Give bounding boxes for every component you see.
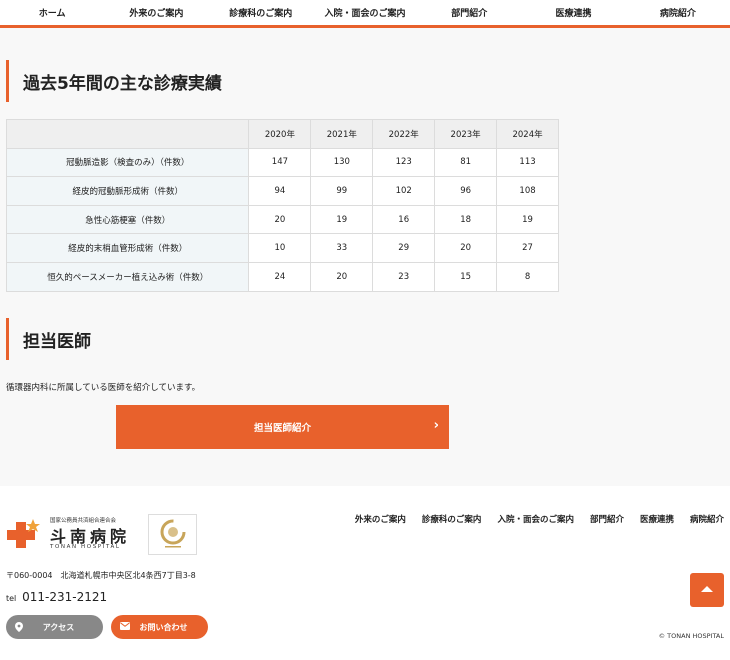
doctors-description: 循環器内科に所属している医師を紹介しています。 <box>6 383 201 393</box>
logo-en-text: TONAN HOSPITAL <box>50 544 121 550</box>
hospital-logo[interactable]: 国家公務員共済組合連合会 斗南病院 TONAN HOSPITAL <box>6 516 142 550</box>
table-row: 経皮的冠動脈形成術（件数） 94 99 102 96 108 <box>5 176 559 206</box>
table-cell: 147 <box>248 147 312 178</box>
table-cell: 27 <box>496 233 559 263</box>
table-cell: 23 <box>372 261 436 292</box>
table-cell: 24 <box>248 261 312 292</box>
copyright: © TONAN HOSPITAL <box>658 632 724 640</box>
doctors-title: 担当医師 <box>6 318 91 360</box>
footer-nav-outpatient[interactable]: 外来のご案内 <box>355 513 406 525</box>
footer-tel: tel 011-231-2121 <box>6 590 107 604</box>
table-header-row: 2020年 2021年 2022年 2023年 2024年 <box>5 119 559 149</box>
doctor-intro-button[interactable]: 担当医師紹介 › <box>116 405 449 449</box>
row-label: 経皮的冠動脈形成術（件数） <box>5 176 250 206</box>
table-cell: 99 <box>310 176 374 206</box>
year-header: 2021年 <box>310 119 374 149</box>
table-cell: 19 <box>496 204 559 235</box>
table-cell: 10 <box>248 233 312 263</box>
row-label: 急性心筋梗塞（件数） <box>5 204 250 235</box>
certification-emblem-icon <box>160 519 186 548</box>
performance-title: 過去5年間の主な診療実績 <box>6 60 222 102</box>
row-label: 恒久的ペースメーカー植え込み術（件数） <box>5 261 250 292</box>
certification-badge <box>148 514 197 555</box>
table-cell: 20 <box>248 204 312 235</box>
year-header: 2022年 <box>372 119 436 149</box>
year-header: 2020年 <box>248 119 312 149</box>
row-label: 経皮的末梢血管形成術（件数） <box>5 233 250 263</box>
table-cell: 15 <box>434 261 498 292</box>
performance-table: 2020年 2021年 2022年 2023年 2024年 冠動脈造影（検査のみ… <box>5 119 559 292</box>
footer-nav-departments[interactable]: 診療科のご案内 <box>422 513 482 525</box>
nav-item-outpatient[interactable]: 外来のご案内 <box>104 6 208 19</box>
map-pin-icon <box>15 622 23 632</box>
mail-icon <box>120 622 130 630</box>
nav-item-about[interactable]: 病院紹介 <box>626 6 730 19</box>
year-header: 2024年 <box>496 119 559 149</box>
table-cell: 16 <box>372 204 436 235</box>
table-cell: 20 <box>434 233 498 263</box>
footer-nav: 外来のご案内 診療科のご案内 入院・面会のご案内 部門紹介 医療連携 病院紹介 <box>355 513 724 525</box>
tel-number[interactable]: 011-231-2121 <box>22 590 107 604</box>
arrow-up-icon <box>701 586 713 592</box>
footer-nav-cooperation[interactable]: 医療連携 <box>640 513 674 525</box>
back-to-top-button[interactable] <box>690 573 724 607</box>
table-cell: 20 <box>310 261 374 292</box>
nav-item-departments[interactable]: 診療科のご案内 <box>209 6 313 19</box>
table-row: 恒久的ペースメーカー植え込み術（件数） 24 20 23 15 8 <box>5 261 559 292</box>
row-label: 冠動脈造影（検査のみ）（件数） <box>5 147 250 178</box>
table-cell: 102 <box>372 176 436 206</box>
table-cell: 33 <box>310 233 374 263</box>
contact-button[interactable]: お問い合わせ <box>111 615 208 639</box>
table-cell: 19 <box>310 204 374 235</box>
table-row: 経皮的末梢血管形成術（件数） 10 33 29 20 27 <box>5 233 559 263</box>
top-nav: ホーム 外来のご案内 診療科のご案内 入院・面会のご案内 部門紹介 医療連携 病… <box>0 0 730 28</box>
chevron-right-icon: › <box>433 418 439 433</box>
year-header: 2023年 <box>434 119 498 149</box>
table-row: 急性心筋梗塞（件数） 20 19 16 18 19 <box>5 204 559 235</box>
table-cell: 18 <box>434 204 498 235</box>
top-nav-list: ホーム 外来のご案内 診療科のご案内 入院・面会のご案内 部門紹介 医療連携 病… <box>0 0 730 25</box>
nav-item-home[interactable]: ホーム <box>0 6 104 19</box>
table-cell: 96 <box>434 176 498 206</box>
footer-nav-divisions[interactable]: 部門紹介 <box>590 513 624 525</box>
table-cell: 123 <box>372 147 436 178</box>
table-cell: 29 <box>372 233 436 263</box>
footer-nav-about[interactable]: 病院紹介 <box>690 513 724 525</box>
footer-address: 〒060-0004 北海道札幌市中央区北4条西7丁目3-8 <box>6 571 196 580</box>
footer: 国家公務員共済組合連合会 斗南病院 TONAN HOSPITAL 外来のご案内 … <box>0 486 730 660</box>
table-corner <box>5 119 250 149</box>
table-row: 冠動脈造影（検査のみ）（件数） 147 130 123 81 113 <box>5 147 559 178</box>
table-cell: 130 <box>310 147 374 178</box>
access-button[interactable]: アクセス <box>6 615 103 639</box>
table-cell: 81 <box>434 147 498 178</box>
table-cell: 113 <box>496 147 559 178</box>
footer-nav-admission[interactable]: 入院・面会のご案内 <box>497 513 574 525</box>
table-cell: 108 <box>496 176 559 206</box>
nav-item-cooperation[interactable]: 医療連携 <box>521 6 625 19</box>
tel-label: tel <box>6 594 17 603</box>
table-cell: 94 <box>248 176 312 206</box>
cross-logo-icon <box>7 519 40 548</box>
table-cell: 8 <box>496 261 559 292</box>
nav-item-divisions[interactable]: 部門紹介 <box>417 6 521 19</box>
doctor-intro-label: 担当医師紹介 <box>253 423 311 434</box>
nav-item-admission[interactable]: 入院・面会のご案内 <box>313 6 417 19</box>
